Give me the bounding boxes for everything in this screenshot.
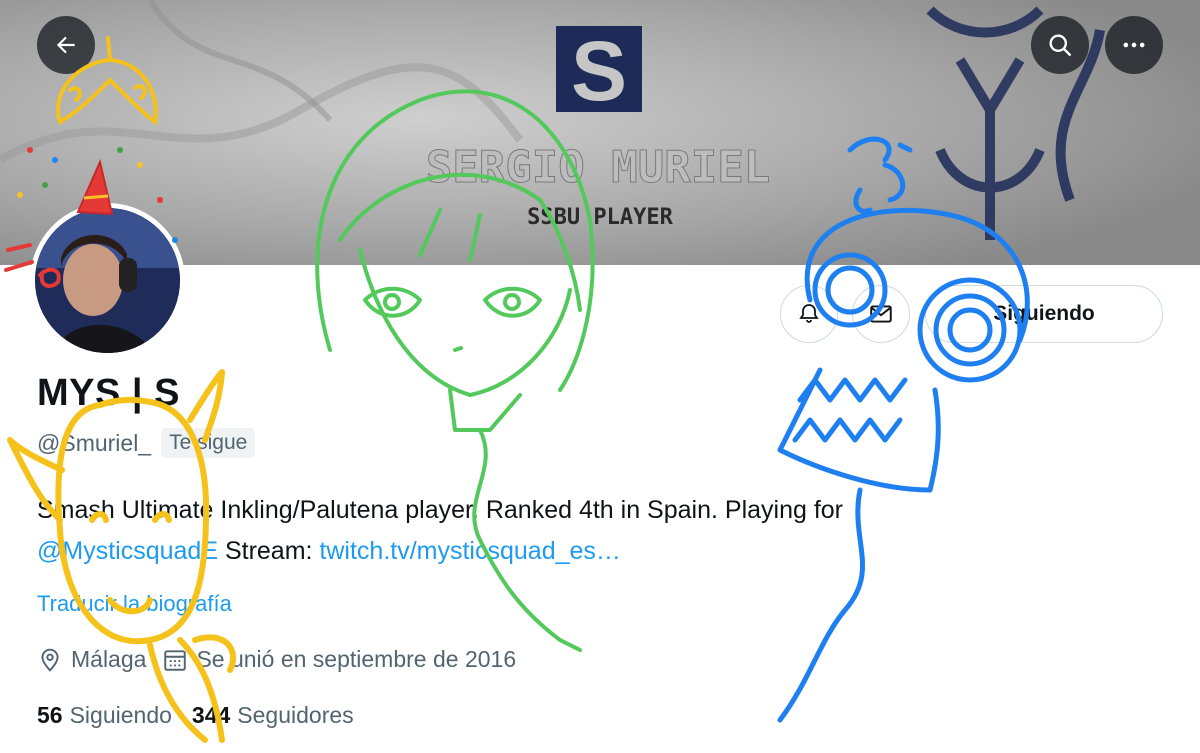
- handle-row: @Smuriel_ Te sigue: [37, 428, 256, 458]
- arrow-left-icon: [56, 36, 75, 54]
- envelope-icon: [870, 305, 892, 323]
- joined-item: Se unió en septiembre de 2016: [162, 646, 516, 673]
- follows-you-badge: Te sigue: [161, 428, 256, 458]
- bio-mention-link[interactable]: @MysticsquadE: [37, 537, 218, 565]
- following-count: 56: [37, 702, 63, 728]
- bio: Smash Ultimate Inkling/Palutena player. …: [37, 490, 1137, 572]
- location-pin-icon: [41, 648, 59, 672]
- more-button[interactable]: [1105, 16, 1163, 74]
- followers-count-label: Seguidores: [237, 702, 354, 728]
- more-horizontal-icon: [1123, 42, 1145, 48]
- calendar-icon: [164, 649, 187, 671]
- location-text: Málaga: [71, 646, 147, 672]
- banner-subtitle: SSBU PLAYER: [527, 205, 673, 230]
- banner-logo-letter: S: [571, 24, 627, 118]
- avatar-photo: [35, 208, 180, 353]
- display-name: MYS | S: [37, 372, 180, 414]
- message-button[interactable]: [852, 285, 910, 343]
- follow-stats: 56 Siguiendo 344 Seguidores: [37, 702, 374, 729]
- handle: @Smuriel_: [37, 429, 152, 456]
- following-count-link[interactable]: 56 Siguiendo: [37, 702, 172, 729]
- bio-stream-label: Stream:: [218, 537, 320, 565]
- joined-text: Se unió en septiembre de 2016: [196, 646, 517, 672]
- profile-banner: S SERGIO MURIEL SSBU PLAYER: [0, 0, 1200, 265]
- bell-icon: [799, 304, 819, 323]
- back-button[interactable]: [37, 16, 95, 74]
- avatar[interactable]: [30, 203, 185, 358]
- search-icon: [1049, 34, 1072, 57]
- followers-count-link[interactable]: 344 Seguidores: [192, 702, 354, 729]
- following-button[interactable]: Siguiendo: [925, 285, 1163, 343]
- bio-text: Smash Ultimate Inkling/Palutena player. …: [37, 496, 844, 524]
- location-item: Málaga: [37, 646, 146, 673]
- banner-title: SERGIO MURIEL: [426, 142, 770, 193]
- notifications-button[interactable]: [780, 285, 838, 343]
- profile-meta: Málaga Se unió en septiembre de 2016: [37, 646, 532, 673]
- following-count-label: Siguiendo: [69, 702, 172, 728]
- search-button[interactable]: [1031, 16, 1089, 74]
- bio-stream-link[interactable]: twitch.tv/mysticsquad_es…: [319, 537, 621, 565]
- followers-count: 344: [191, 702, 231, 728]
- translate-bio-link[interactable]: Traducir la biografía: [37, 591, 232, 617]
- banner-art: S SERGIO MURIEL SSBU PLAYER: [0, 0, 1200, 265]
